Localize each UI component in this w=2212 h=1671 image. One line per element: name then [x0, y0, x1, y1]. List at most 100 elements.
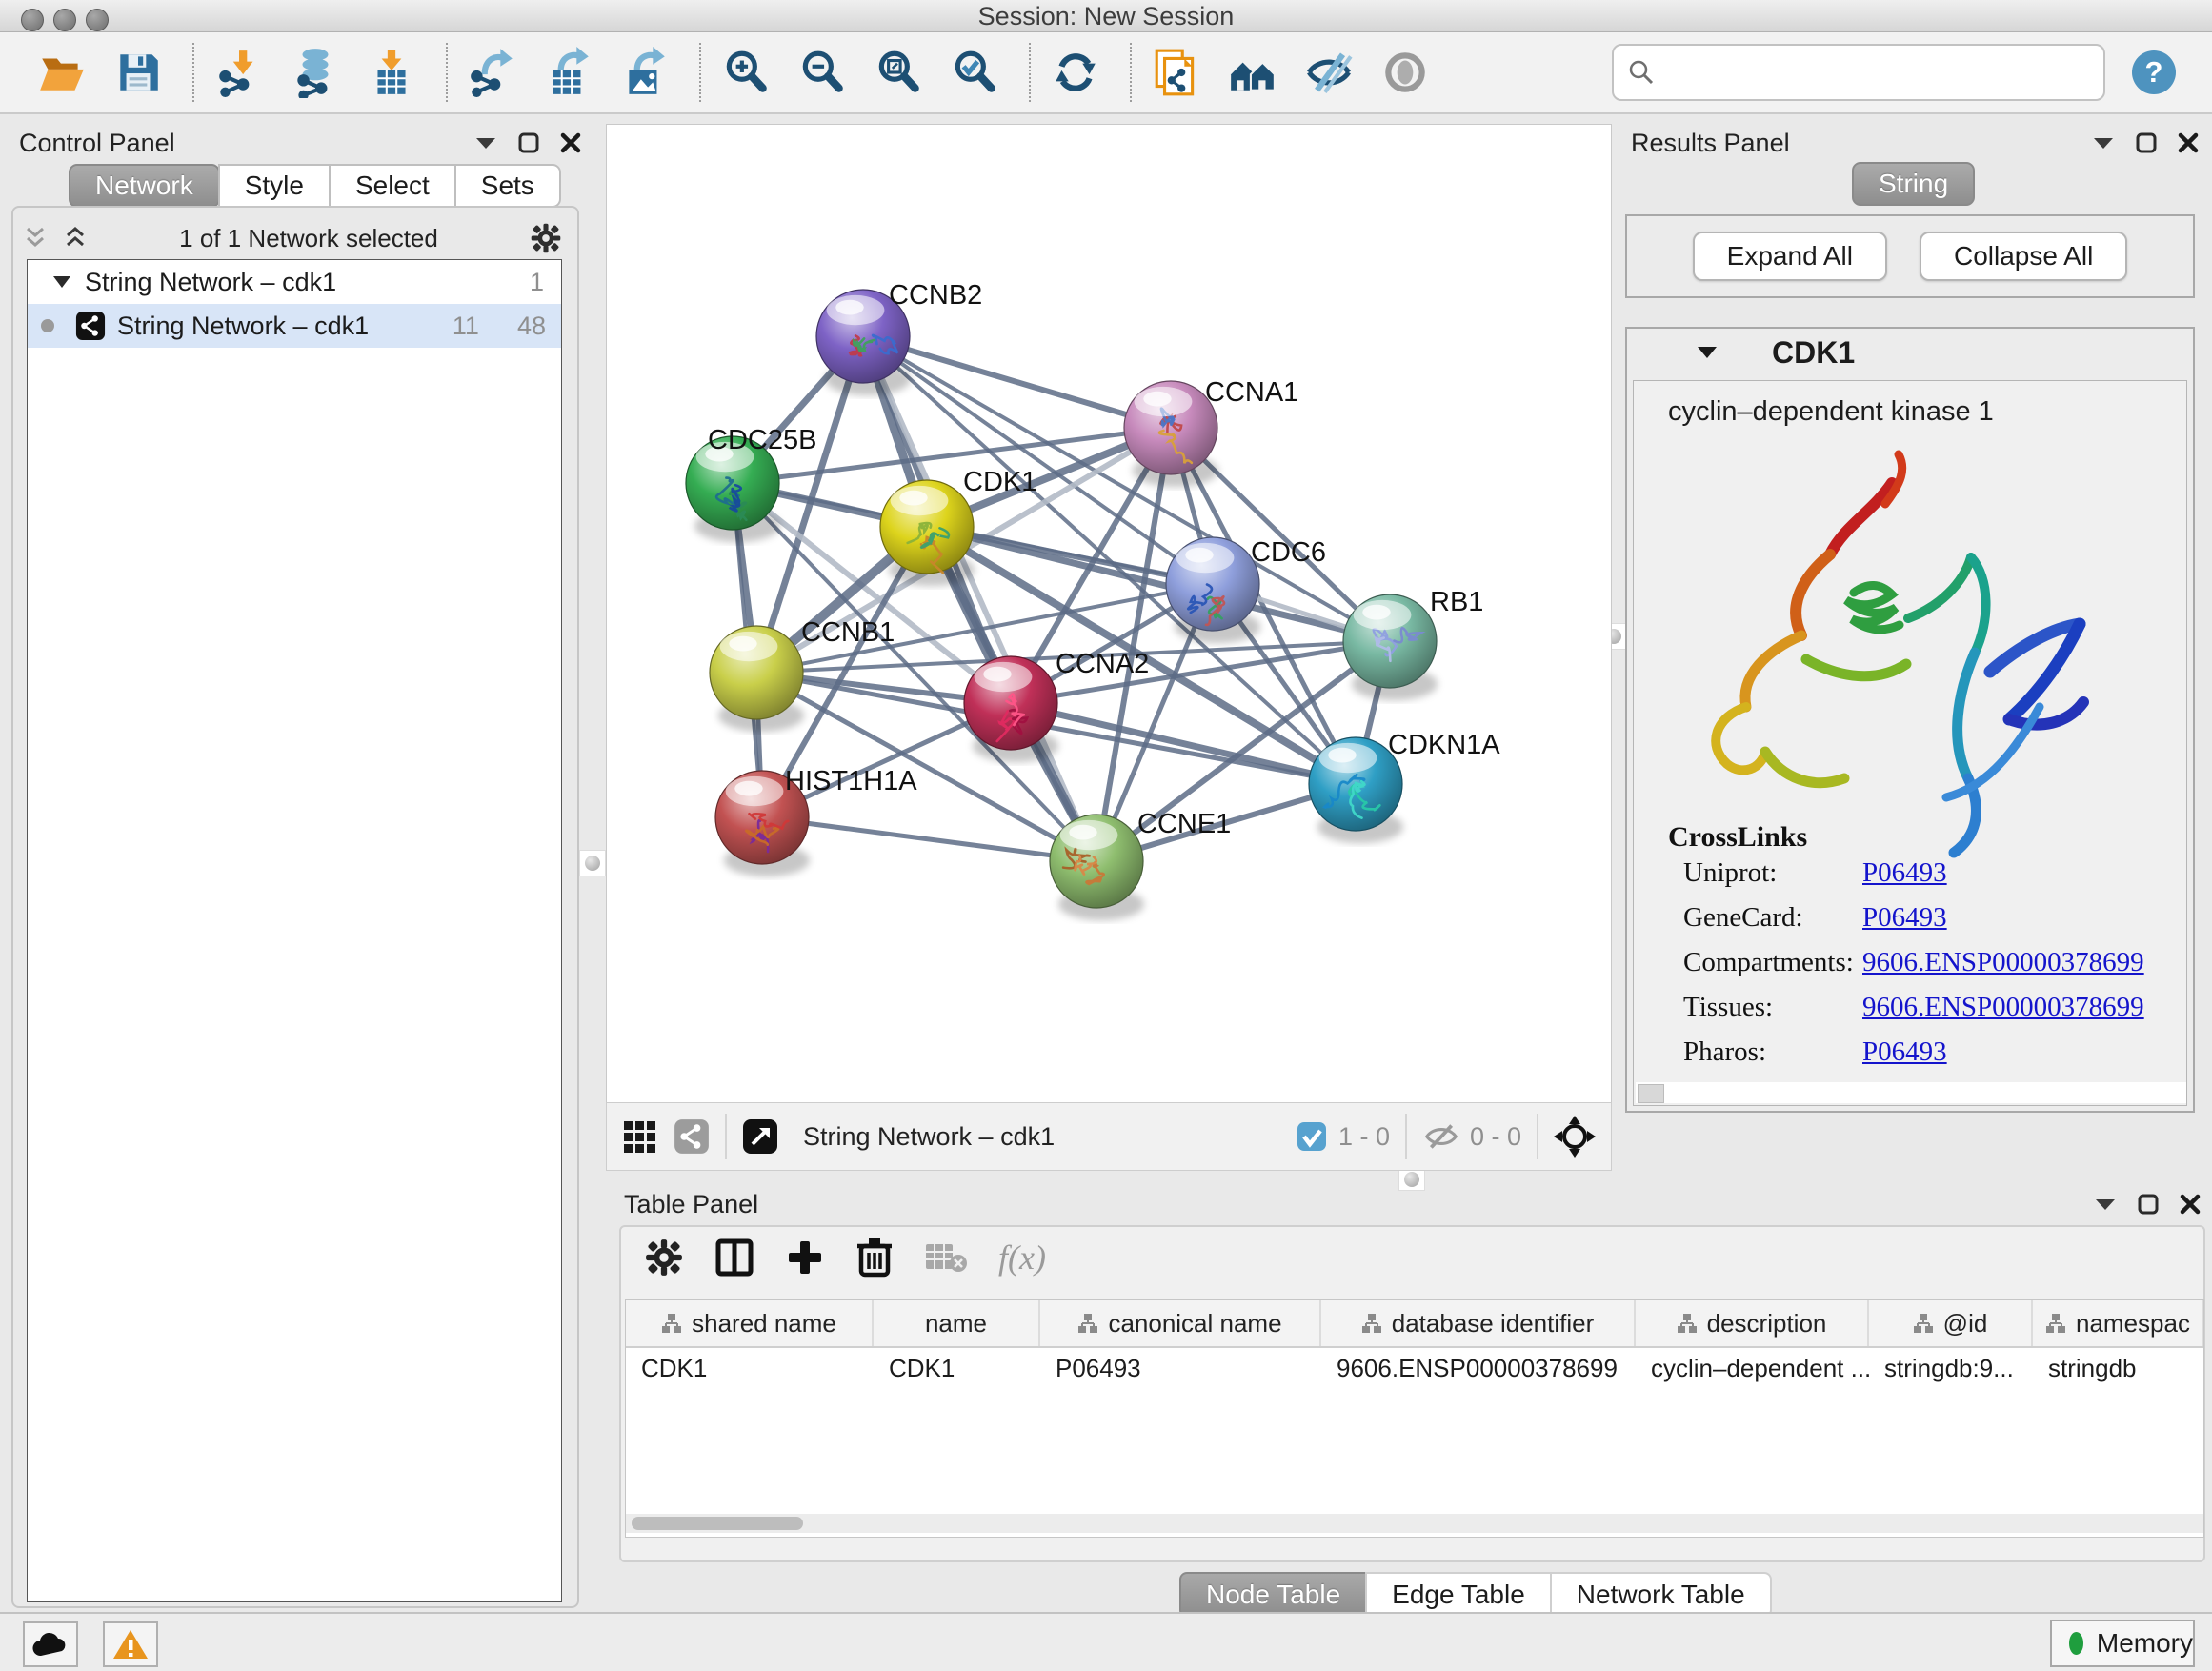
refresh-network-icon[interactable]	[1048, 45, 1103, 100]
panel-float-icon[interactable]	[2094, 1197, 2117, 1212]
tab-sets[interactable]: Sets	[454, 164, 561, 208]
tree-expander-icon[interactable]	[52, 274, 71, 290]
table-cell[interactable]: 9606.ENSP00000378699	[1321, 1348, 1636, 1388]
zoom-selected-icon[interactable]	[947, 45, 1002, 100]
memory-button[interactable]: Memory	[2050, 1620, 2195, 1667]
panel-maximize-icon[interactable]	[2138, 1194, 2159, 1215]
table-row[interactable]: CDK1CDK1P064939606.ENSP00000378699cyclin…	[626, 1348, 2203, 1388]
scrollbar-thumb[interactable]	[632, 1517, 803, 1530]
zoom-fit-icon[interactable]	[871, 45, 926, 100]
panel-close-icon[interactable]	[2180, 1194, 2201, 1215]
grid-view-icon[interactable]	[622, 1119, 656, 1154]
column-header-canonical-name[interactable]: canonical name	[1040, 1300, 1321, 1346]
column-header-description[interactable]: description	[1636, 1300, 1869, 1346]
selected-counts: 1 - 0	[1338, 1122, 1390, 1152]
network-selected-label: 1 of 1 Network selected	[88, 224, 530, 253]
export-table-icon[interactable]	[541, 45, 596, 100]
node-table[interactable]: shared namenamecanonical namedatabase id…	[625, 1299, 2204, 1538]
crosslink-label: Uniprot:	[1683, 857, 1777, 889]
tab-edge-table[interactable]: Edge Table	[1365, 1572, 1552, 1618]
titlebar: Session: New Session	[0, 0, 2212, 32]
network-graph[interactable]: CCNB2CCNA1CDC25BCDK1CDC6RB1CCNB1CCNA2CDK…	[607, 125, 1611, 1102]
search-field[interactable]	[1612, 44, 2105, 101]
network-name: String Network – cdk1	[117, 312, 369, 341]
column-header-@id[interactable]: @id	[1869, 1300, 2033, 1346]
node-label-CDC6: CDC6	[1251, 537, 1326, 568]
delete-column-trash-icon[interactable]	[855, 1237, 894, 1278]
table-cell[interactable]: P06493	[1040, 1348, 1321, 1388]
show-columns-icon[interactable]	[714, 1238, 754, 1278]
panel-close-icon[interactable]	[560, 132, 581, 153]
table-cell[interactable]: stringdb:9...	[1869, 1348, 2033, 1388]
inspector-eye-icon[interactable]	[1377, 45, 1433, 100]
collapse-all-icon[interactable]	[23, 227, 48, 250]
network-view-icon[interactable]	[674, 1118, 710, 1155]
tab-network-table[interactable]: Network Table	[1550, 1572, 1772, 1618]
network-home-icon[interactable]	[1225, 45, 1280, 100]
tab-network[interactable]: Network	[69, 164, 220, 208]
warning-button[interactable]	[103, 1621, 158, 1667]
network-icon	[75, 311, 106, 341]
detach-view-icon[interactable]	[742, 1118, 778, 1155]
results-tab-string[interactable]: String	[1852, 162, 1975, 206]
table-cell[interactable]: CDK1	[626, 1348, 874, 1388]
panel-float-icon[interactable]	[2092, 135, 2115, 151]
fit-center-crosshair-icon[interactable]	[1554, 1116, 1596, 1158]
results-panel-title: Results Panel	[1631, 129, 1790, 158]
export-image-icon[interactable]	[617, 45, 673, 100]
table-cell[interactable]: cyclin–dependent ...	[1636, 1348, 1869, 1388]
tab-select[interactable]: Select	[329, 164, 456, 208]
collapse-all-button[interactable]: Collapse All	[1920, 232, 2127, 281]
crosslink-link[interactable]: P06493	[1862, 1037, 1947, 1068]
column-header-database-identifier[interactable]: database identifier	[1321, 1300, 1636, 1346]
crosslink-link[interactable]: P06493	[1862, 902, 1947, 934]
column-header-name[interactable]: name	[874, 1300, 1040, 1346]
network-collection-row[interactable]: String Network – cdk1 1	[28, 260, 561, 304]
delete-table-icon	[924, 1240, 968, 1275]
tab-style[interactable]: Style	[218, 164, 331, 208]
panel-float-icon[interactable]	[474, 135, 497, 151]
crosslink-link[interactable]: 9606.ENSP00000378699	[1862, 992, 2144, 1023]
import-table-file-icon[interactable]	[364, 45, 419, 100]
column-header-namespac[interactable]: namespac	[2033, 1300, 2204, 1346]
expand-all-icon[interactable]	[63, 227, 88, 250]
table-cell[interactable]: CDK1	[874, 1348, 1040, 1388]
open-session-icon[interactable]	[34, 45, 90, 100]
search-input[interactable]	[1656, 57, 2060, 89]
string-import-icon[interactable]	[1149, 45, 1204, 100]
create-column-plus-icon[interactable]	[785, 1238, 825, 1278]
help-button[interactable]: ?	[2132, 50, 2176, 94]
network-canvas[interactable]: CCNB2CCNA1CDC25BCDK1CDC6RB1CCNB1CCNA2CDK…	[606, 124, 1612, 1103]
expand-all-button[interactable]: Expand All	[1693, 232, 1887, 281]
selected-checkbox-icon[interactable]	[1297, 1121, 1327, 1152]
table-cell[interactable]: stringdb	[2033, 1348, 2204, 1388]
vertical-splitter-handle[interactable]	[579, 850, 606, 876]
export-network-icon[interactable]	[465, 45, 520, 100]
results-entry-header[interactable]: CDK1	[1627, 329, 2193, 376]
entry-expander-icon[interactable]	[1696, 344, 1719, 361]
toolbar-separator	[446, 43, 448, 102]
table-tabs: Node TableEdge TableNetwork Table	[1181, 1572, 1772, 1618]
results-hscrollbar[interactable]	[1636, 1082, 2186, 1103]
collection-name: String Network – cdk1	[85, 268, 336, 297]
import-network-file-icon[interactable]	[211, 45, 267, 100]
edge-count: 48	[517, 312, 546, 341]
network-options-gear-icon[interactable]	[530, 222, 562, 254]
import-network-database-icon[interactable]	[288, 45, 343, 100]
save-session-icon[interactable]	[111, 45, 166, 100]
zoom-out-icon[interactable]	[794, 45, 850, 100]
zoom-in-icon[interactable]	[718, 45, 774, 100]
network-row[interactable]: String Network – cdk1 11 48	[28, 304, 561, 348]
panel-maximize-icon[interactable]	[518, 132, 539, 153]
column-header-shared-name[interactable]: shared name	[626, 1300, 874, 1346]
show-hide-graphics-icon[interactable]	[1301, 45, 1357, 100]
panel-maximize-icon[interactable]	[2136, 132, 2157, 153]
table-options-gear-icon[interactable]	[644, 1238, 684, 1278]
table-hscrollbar[interactable]	[626, 1514, 2203, 1533]
crosslink-link[interactable]: 9606.ENSP00000378699	[1862, 947, 2144, 978]
panel-close-icon[interactable]	[2178, 132, 2199, 153]
edge-HIST1H1A-CCNE1[interactable]	[762, 817, 1096, 861]
cloud-button[interactable]	[23, 1621, 78, 1667]
tab-node-table[interactable]: Node Table	[1179, 1572, 1367, 1618]
crosslink-link[interactable]: P06493	[1862, 857, 1947, 889]
